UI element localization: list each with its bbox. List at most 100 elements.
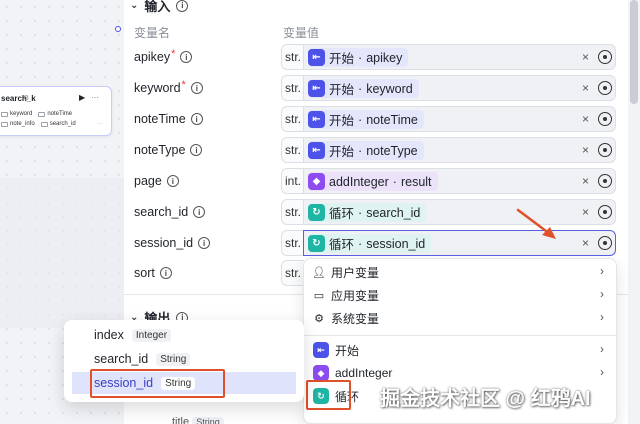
param-type-icon <box>1 121 8 127</box>
value-ref-session-id[interactable]: ↻ 循环 · session_id <box>303 230 616 256</box>
value-ref-page[interactable]: ◆ addInteger · result <box>303 168 616 194</box>
type-tag: int. <box>281 168 304 194</box>
dropdown-divider <box>304 335 616 336</box>
run-icon[interactable]: ▶ <box>79 93 85 102</box>
reference-chip[interactable]: ⇤ 开始 · apikey <box>308 48 409 67</box>
input-section-header[interactable]: ⌄ 输入 i <box>130 0 189 15</box>
more-params-icon: ··· <box>97 121 103 127</box>
clear-icon[interactable]: × <box>582 106 592 132</box>
var-label-notetype: noteType i <box>134 141 203 159</box>
node-title: search_k <box>1 94 36 103</box>
node-param: note_info <box>1 121 35 127</box>
info-icon[interactable]: i <box>180 51 193 63</box>
variable-picker-icon[interactable] <box>598 143 612 157</box>
required-mark: * <box>181 79 186 91</box>
value-ref-notetime[interactable]: ⇤ 开始 · noteTime <box>303 106 616 132</box>
variable-picker-icon[interactable] <box>598 205 612 219</box>
value-ref-notetype[interactable]: ⇤ 开始 · noteType <box>303 137 616 163</box>
dropdown-item-app-vars[interactable]: ▭ 应用变量 › <box>304 284 616 306</box>
node-output-port[interactable] <box>115 26 121 32</box>
node-params: keyword noteTime note_info search_id ··· <box>1 111 103 131</box>
more-icon[interactable]: ··· <box>91 93 99 102</box>
param-type-icon <box>38 111 46 117</box>
info-icon[interactable]: i <box>190 144 203 156</box>
variable-picker-icon[interactable] <box>598 236 612 250</box>
clear-icon[interactable]: × <box>582 137 592 163</box>
type-tag: str. <box>281 260 304 286</box>
annotation-highlight-session-id <box>90 369 225 398</box>
var-label-notetime: noteTime i <box>134 110 203 128</box>
gear-icon: ⚙ <box>314 312 324 325</box>
variable-picker-icon[interactable] <box>598 112 612 126</box>
popover-item-index[interactable]: index Integer <box>72 324 296 346</box>
var-label-page: page i <box>134 172 179 190</box>
start-icon: ⇤ <box>313 342 329 358</box>
annotation-arrow-icon <box>516 208 556 239</box>
variable-picker-icon[interactable] <box>598 174 612 188</box>
node-param: keyword <box>1 111 32 117</box>
dropdown-item-user-vars[interactable]: 👤︎ 用户变量 › <box>304 261 616 283</box>
popover-item-search-id[interactable]: search_id String <box>72 348 296 370</box>
chevron-right-icon: › <box>600 287 604 301</box>
variable-picker-icon[interactable] <box>598 81 612 95</box>
param-type-icon <box>40 121 48 127</box>
var-label-session-id: session_id i <box>134 234 211 252</box>
input-section-title: 输入 <box>144 0 171 14</box>
var-label-search-id: search_id i <box>134 203 206 221</box>
clear-icon[interactable]: × <box>582 168 592 194</box>
scrollbar-thumb[interactable] <box>630 0 638 104</box>
output-row: title String <box>172 416 224 424</box>
type-badge: Integer <box>131 328 172 342</box>
dropdown-item-start[interactable]: ⇤ 开始 › <box>304 339 616 361</box>
type-tag: str. <box>281 106 304 132</box>
var-label-sort: sort i <box>134 264 172 282</box>
info-icon[interactable]: i <box>193 206 206 218</box>
search-node[interactable]: search_k ⚙ ▶ ··· keyword noteTime note_i… <box>0 86 112 136</box>
folder-icon: ▭ <box>313 289 325 302</box>
info-icon[interactable]: i <box>190 82 203 94</box>
node-param: search_id <box>40 121 76 127</box>
canvas-overlay <box>0 178 124 328</box>
reference-chip[interactable]: ⇤ 开始 · noteTime <box>308 110 424 129</box>
clear-icon[interactable]: × <box>582 199 592 225</box>
start-icon: ⇤ <box>308 49 325 66</box>
var-label-keyword: keyword * i <box>134 79 203 97</box>
chevron-right-icon: › <box>600 342 604 356</box>
reference-chip[interactable]: ↻ 循环 · session_id <box>308 234 432 253</box>
add-integer-icon: ◆ <box>308 173 325 190</box>
type-tag: str. <box>281 199 304 225</box>
clear-icon[interactable]: × <box>582 44 592 70</box>
clear-icon[interactable]: × <box>582 230 592 256</box>
clear-icon[interactable]: × <box>582 75 592 101</box>
info-icon[interactable]: i <box>190 113 203 125</box>
loop-icon: ↻ <box>308 204 325 221</box>
node-status-icon: ⚙ <box>23 95 30 102</box>
info-icon[interactable]: i <box>176 0 189 12</box>
output-type-tag: String <box>192 417 224 424</box>
reference-chip[interactable]: ◆ addInteger · result <box>308 172 438 191</box>
output-name: title <box>172 416 190 424</box>
column-header-value: 变量值 <box>283 26 320 40</box>
info-icon[interactable]: i <box>166 175 179 187</box>
column-header-name: 变量名 <box>134 26 171 40</box>
reference-chip[interactable]: ↻ 循环 · search_id <box>308 203 427 222</box>
value-ref-search-id[interactable]: ↻ 循环 · search_id <box>303 199 616 225</box>
value-ref-keyword[interactable]: ⇤ 开始 · keyword <box>303 75 616 101</box>
info-icon[interactable]: i <box>159 267 172 279</box>
watermark: 掘金技术社区 @ 红鸦AI <box>380 388 591 410</box>
info-icon[interactable]: i <box>198 237 211 249</box>
dropdown-item-system-vars[interactable]: ⚙ 系统变量 › <box>304 307 616 329</box>
variable-picker-icon[interactable] <box>598 50 612 64</box>
start-icon: ⇤ <box>308 80 325 97</box>
reference-chip[interactable]: ⇤ 开始 · noteType <box>308 141 424 160</box>
chevron-right-icon: › <box>600 310 604 324</box>
var-label-apikey: apikey * i <box>134 48 193 66</box>
type-tag: str. <box>281 75 304 101</box>
type-tag: str. <box>281 230 304 256</box>
start-icon: ⇤ <box>308 142 325 159</box>
value-ref-apikey[interactable]: ⇤ 开始 · apikey <box>303 44 616 70</box>
type-tag: str. <box>281 137 304 163</box>
required-mark: * <box>171 48 176 60</box>
chevron-down-icon[interactable]: ⌄ <box>130 0 138 11</box>
reference-chip[interactable]: ⇤ 开始 · keyword <box>308 79 419 98</box>
